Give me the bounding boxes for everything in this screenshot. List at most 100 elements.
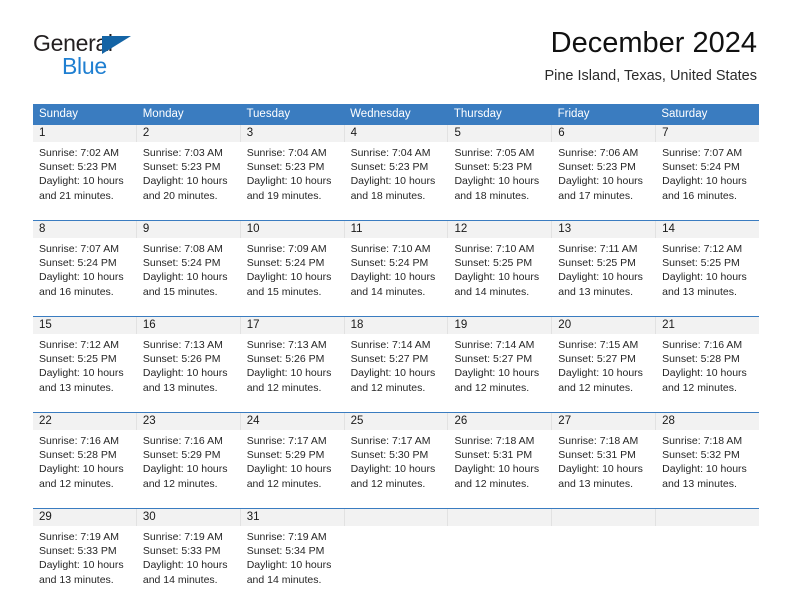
day-cell-23[interactable]: Sunrise: 7:16 AM Sunset: 5:29 PM Daylight:… [135, 430, 240, 501]
week-date-band: 29 30 31 [33, 509, 759, 526]
day-number-7[interactable]: 7 [655, 125, 759, 142]
day-cell-2[interactable]: Sunrise: 7:03 AM Sunset: 5:23 PM Daylight:… [135, 142, 240, 213]
day-daylight-text: Daylight: 10 hours [662, 175, 747, 188]
day-cell-19[interactable]: Sunrise: 7:14 AM Sunset: 5:27 PM Daylight:… [447, 334, 551, 405]
day-number-4[interactable]: 4 [343, 125, 448, 142]
day-cell-31[interactable]: Sunrise: 7:19 AM Sunset: 5:34 PM Daylight:… [239, 526, 344, 597]
day-cell-20[interactable]: Sunrise: 7:15 AM Sunset: 5:27 PM Daylight:… [551, 334, 655, 405]
day-number-6[interactable]: 6 [551, 125, 655, 142]
day-cell-22[interactable]: Sunrise: 7:16 AM Sunset: 5:28 PM Daylight:… [33, 430, 136, 501]
calendar-week-row: 22 23 24 25 26 27 28 Sunrise: 7:16 AM Sunset: 5:… [33, 412, 759, 501]
day-number-18[interactable]: 18 [343, 317, 448, 334]
day-cell-9[interactable]: Sunrise: 7:08 AM Sunset: 5:24 PM Daylight:… [135, 238, 240, 309]
day-number-16[interactable]: 16 [135, 317, 240, 334]
calendar-week-row: 8 9 10 11 12 13 14 Sunrise: 7:07 AM Sunset: 5:24… [33, 220, 759, 309]
day-number-27[interactable]: 27 [551, 413, 655, 430]
day-cell-15[interactable]: Sunrise: 7:12 AM Sunset: 5:25 PM Daylight:… [33, 334, 136, 405]
day-number-24[interactable]: 24 [239, 413, 344, 430]
day-sunset-text: Sunset: 5:23 PM [142, 161, 221, 174]
day-daylight-text: and 18 minutes. [350, 189, 426, 202]
day-daylight-text: and 12 minutes. [246, 477, 322, 490]
day-number-11[interactable]: 11 [343, 221, 448, 238]
day-number-29[interactable]: 29 [33, 509, 136, 526]
day-cell-8[interactable]: Sunrise: 7:07 AM Sunset: 5:24 PM Daylight:… [33, 238, 136, 309]
day-cell-26[interactable]: Sunrise: 7:18 AM Sunset: 5:31 PM Daylight:… [447, 430, 551, 501]
day-sunrise-text: Sunrise: 7:09 AM [246, 243, 327, 255]
day-number-12[interactable]: 12 [447, 221, 551, 238]
day-cell-27[interactable]: Sunrise: 7:18 AM Sunset: 5:31 PM Daylight:… [551, 430, 655, 501]
day-number-26[interactable]: 26 [447, 413, 551, 430]
day-daylight-text: and 13 minutes. [662, 285, 737, 298]
calendar-weeks: 1 2 3 4 5 6 7 Sunrise: 7:02 AM Sunset: 5:23 PM Da… [33, 125, 759, 597]
day-sunset-text: Sunset: 5:25 PM [39, 353, 117, 366]
day-number-2[interactable]: 2 [135, 125, 240, 142]
day-daylight-text: Daylight: 10 hours [39, 175, 124, 188]
day-cell-empty [343, 526, 448, 597]
day-number-15[interactable]: 15 [33, 317, 136, 334]
day-cell-12[interactable]: Sunrise: 7:10 AM Sunset: 5:25 PM Daylight:… [447, 238, 551, 309]
day-number-31[interactable]: 31 [239, 509, 344, 526]
day-cell-17[interactable]: Sunrise: 7:13 AM Sunset: 5:26 PM Daylight:… [239, 334, 344, 405]
day-cell-1[interactable]: Sunrise: 7:02 AM Sunset: 5:23 PM Daylight:… [33, 142, 136, 213]
weekday-header-thursday: Thursday [453, 108, 502, 120]
day-number-5[interactable]: 5 [447, 125, 551, 142]
week-detail-row: Sunrise: 7:02 AM Sunset: 5:23 PM Daylight:… [33, 142, 759, 213]
day-number-30[interactable]: 30 [135, 509, 240, 526]
day-sunset-text: Sunset: 5:24 PM [662, 161, 740, 174]
day-daylight-text: and 13 minutes. [558, 285, 634, 298]
day-number-20[interactable]: 20 [551, 317, 655, 334]
day-number-empty [447, 509, 551, 526]
general-blue-logo[interactable]: General Blue [33, 30, 233, 84]
day-sunrise-text: Sunrise: 7:17 AM [350, 435, 431, 447]
day-number-1[interactable]: 1 [33, 125, 136, 142]
day-number-21[interactable]: 21 [655, 317, 759, 334]
day-cell-11[interactable]: Sunrise: 7:10 AM Sunset: 5:24 PM Daylight:… [343, 238, 448, 309]
day-daylight-text: Daylight: 10 hours [350, 175, 436, 188]
day-cell-28[interactable]: Sunrise: 7:18 AM Sunset: 5:32 PM Daylight:… [655, 430, 759, 501]
day-number-3[interactable]: 3 [239, 125, 344, 142]
day-daylight-text: and 12 minutes. [142, 477, 218, 490]
day-sunset-text: Sunset: 5:23 PM [454, 161, 533, 174]
day-daylight-text: and 16 minutes. [662, 189, 737, 202]
day-cell-10[interactable]: Sunrise: 7:09 AM Sunset: 5:24 PM Daylight:… [239, 238, 344, 309]
day-number-9[interactable]: 9 [135, 221, 240, 238]
day-number-28[interactable]: 28 [655, 413, 759, 430]
day-number-8[interactable]: 8 [33, 221, 136, 238]
day-daylight-text: and 17 minutes. [558, 189, 634, 202]
day-cell-29[interactable]: Sunrise: 7:19 AM Sunset: 5:33 PM Daylight:… [33, 526, 136, 597]
weekday-header-saturday: Saturday [661, 108, 708, 120]
day-number-10[interactable]: 10 [239, 221, 344, 238]
day-number-14[interactable]: 14 [655, 221, 759, 238]
day-cell-21[interactable]: Sunrise: 7:16 AM Sunset: 5:28 PM Daylight:… [655, 334, 759, 405]
day-cell-3[interactable]: Sunrise: 7:04 AM Sunset: 5:23 PM Daylight:… [239, 142, 344, 213]
day-cell-24[interactable]: Sunrise: 7:17 AM Sunset: 5:29 PM Daylight:… [239, 430, 344, 501]
day-daylight-text: Daylight: 10 hours [454, 367, 540, 380]
day-cell-5[interactable]: Sunrise: 7:05 AM Sunset: 5:23 PM Daylight:… [447, 142, 551, 213]
day-number-13[interactable]: 13 [551, 221, 655, 238]
day-sunset-text: Sunset: 5:33 PM [142, 545, 221, 558]
day-number-empty [655, 509, 759, 526]
day-daylight-text: and 19 minutes. [246, 189, 322, 202]
day-cell-30[interactable]: Sunrise: 7:19 AM Sunset: 5:33 PM Daylight:… [135, 526, 240, 597]
calendar-week-row: 29 30 31 Sunrise: 7:19 AM Sunset: 5:33 PM Day… [33, 508, 759, 597]
day-sunrise-text: Sunrise: 7:19 AM [39, 531, 119, 543]
day-cell-7[interactable]: Sunrise: 7:07 AM Sunset: 5:24 PM Daylight:… [655, 142, 759, 213]
day-cell-13[interactable]: Sunrise: 7:11 AM Sunset: 5:25 PM Daylight:… [551, 238, 655, 309]
day-sunrise-text: Sunrise: 7:02 AM [39, 147, 119, 159]
day-sunrise-text: Sunrise: 7:19 AM [142, 531, 223, 543]
day-cell-14[interactable]: Sunrise: 7:12 AM Sunset: 5:25 PM Daylight:… [655, 238, 759, 309]
day-cell-16[interactable]: Sunrise: 7:13 AM Sunset: 5:26 PM Daylight:… [135, 334, 240, 405]
day-cell-6[interactable]: Sunrise: 7:06 AM Sunset: 5:23 PM Daylight:… [551, 142, 655, 213]
day-daylight-text: Daylight: 10 hours [350, 271, 436, 284]
day-cell-4[interactable]: Sunrise: 7:04 AM Sunset: 5:23 PM Daylight:… [343, 142, 448, 213]
day-number-23[interactable]: 23 [135, 413, 240, 430]
day-number-19[interactable]: 19 [447, 317, 551, 334]
day-number-22[interactable]: 22 [33, 413, 136, 430]
day-cell-18[interactable]: Sunrise: 7:14 AM Sunset: 5:27 PM Daylight:… [343, 334, 448, 405]
day-number-25[interactable]: 25 [343, 413, 448, 430]
day-sunrise-text: Sunrise: 7:13 AM [142, 339, 223, 351]
day-cell-25[interactable]: Sunrise: 7:17 AM Sunset: 5:30 PM Daylight:… [343, 430, 448, 501]
day-number-17[interactable]: 17 [239, 317, 344, 334]
day-sunrise-text: Sunrise: 7:07 AM [39, 243, 119, 255]
day-daylight-text: and 13 minutes. [662, 477, 737, 490]
